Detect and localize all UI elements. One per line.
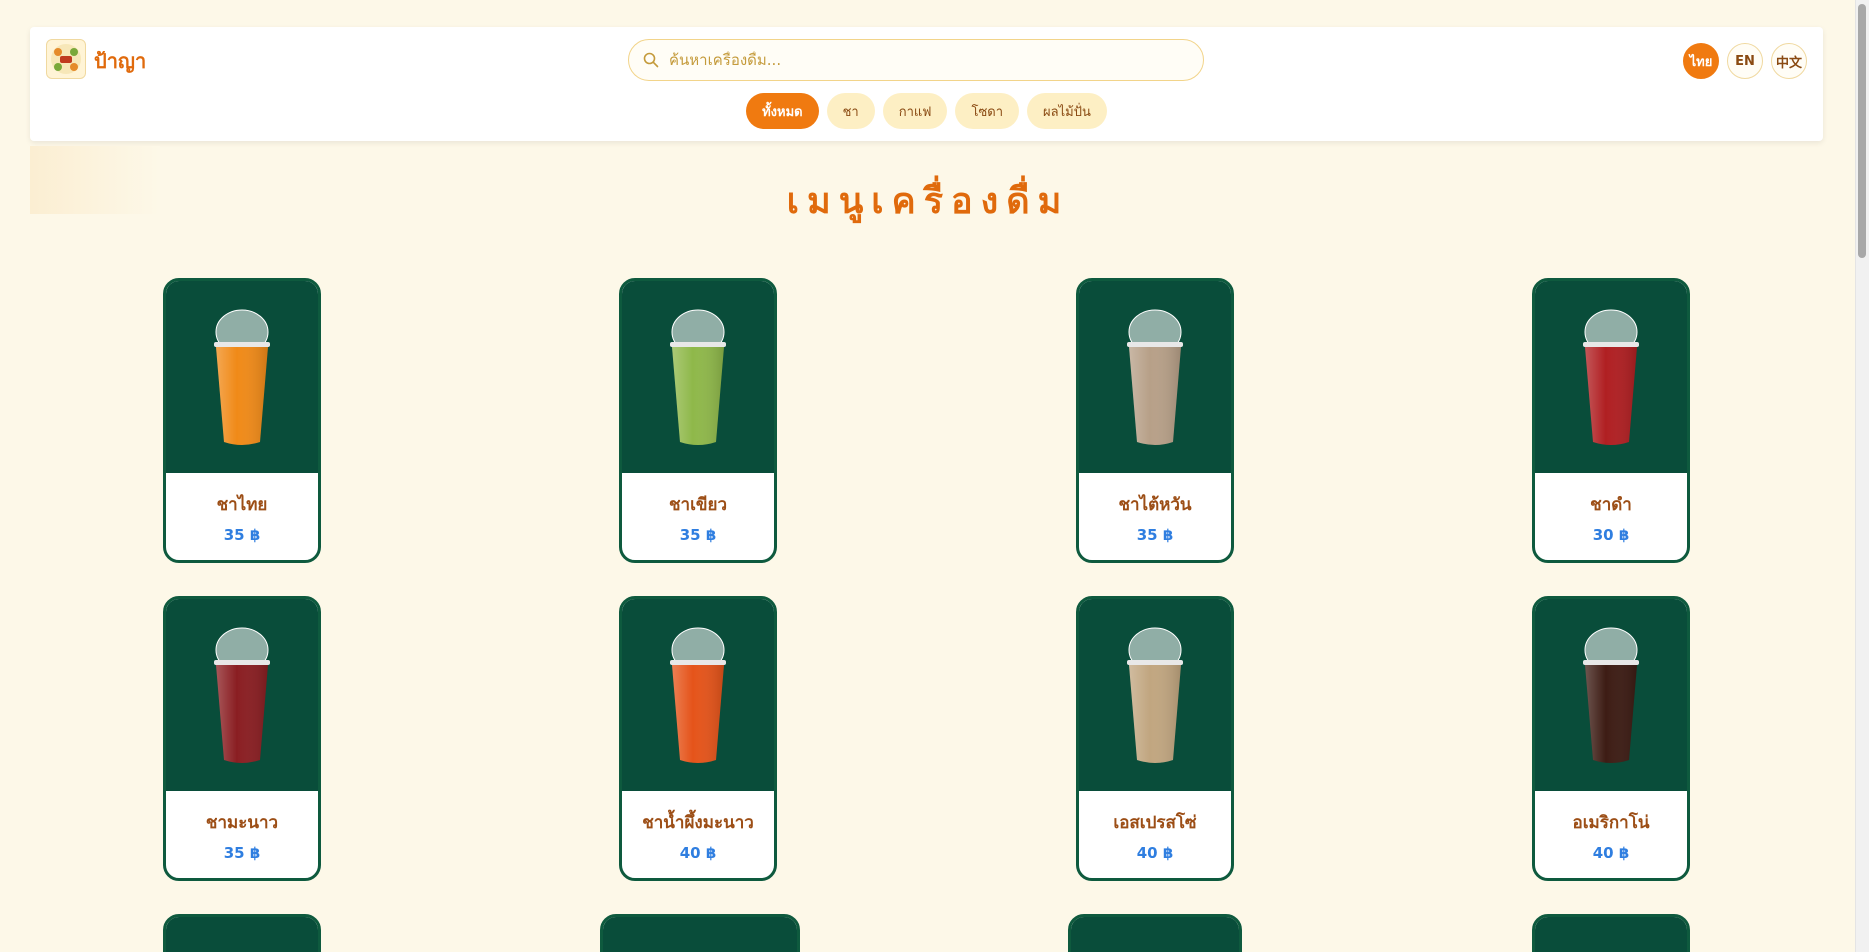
drink-card[interactable]: ชามะนาว 35 ฿ [163,596,321,881]
drink-price: 40 ฿ [679,844,717,862]
drink-card[interactable]: ชาดำ 30 ฿ [1532,278,1690,563]
drink-card[interactable]: ชาไต้หวัน 35 ฿ [1076,278,1234,563]
menu-grid: ชาไทย 35 ฿ ชาเขียว 35 ฿ ชาไต้หวัน 35 ฿ ชาดำ 30 … [0,0,1856,952]
drink-price: 35 ฿ [679,526,717,544]
drink-cup-icon [1583,309,1639,445]
drink-price: 40 ฿ [1136,844,1174,862]
drink-image [1079,599,1231,791]
drink-name: ชาดำ [1590,495,1632,515]
drink-image [1535,599,1687,791]
drink-name: ชาไทย [216,495,268,515]
drink-cup-icon [670,627,726,763]
drink-image [622,281,774,473]
drink-image [603,917,797,952]
drink-name: อเมริกาโน่ [1572,813,1650,833]
drink-price: 35 ฿ [1136,526,1174,544]
drink-image [1535,281,1687,473]
drink-card[interactable]: ชาไทย 35 ฿ [163,278,321,563]
drink-price: 30 ฿ [1592,526,1630,544]
drink-cup-icon [1583,627,1639,763]
drink-name: ชาน้ำผึ้งมะนาว [642,813,754,833]
drink-card[interactable]: ชาเขียว 35 ฿ [619,278,777,563]
drink-price: 40 ฿ [1592,844,1630,862]
drink-image [166,599,318,791]
drink-card-partial[interactable] [1532,914,1690,952]
drink-image [1071,917,1239,952]
drink-name: เอสเปรสโซ่ [1113,813,1197,833]
drink-name: ชาเขียว [668,495,728,515]
drink-card[interactable]: อเมริกาโน่ 40 ฿ [1532,596,1690,881]
drink-name: ชาไต้หวัน [1118,495,1192,515]
drink-cup-icon [214,627,270,763]
drink-card-partial[interactable] [163,914,321,952]
drink-name: ชามะนาว [205,813,279,833]
drink-cup-icon [1127,309,1183,445]
drink-image [166,917,318,952]
drink-card-partial[interactable] [600,914,800,952]
scrollbar-thumb[interactable] [1858,4,1866,258]
drink-price: 35 ฿ [223,844,261,862]
drink-image [622,599,774,791]
drink-card-partial[interactable] [1068,914,1242,952]
drink-cup-icon [670,309,726,445]
drink-cup-icon [214,309,270,445]
drink-price: 35 ฿ [223,526,261,544]
drink-image [1535,917,1687,952]
scrollbar[interactable] [1855,0,1869,952]
drink-card[interactable]: เอสเปรสโซ่ 40 ฿ [1076,596,1234,881]
drink-image [1079,281,1231,473]
drink-cup-icon [1127,627,1183,763]
drink-image [166,281,318,473]
drink-card[interactable]: ชาน้ำผึ้งมะนาว 40 ฿ [619,596,777,881]
